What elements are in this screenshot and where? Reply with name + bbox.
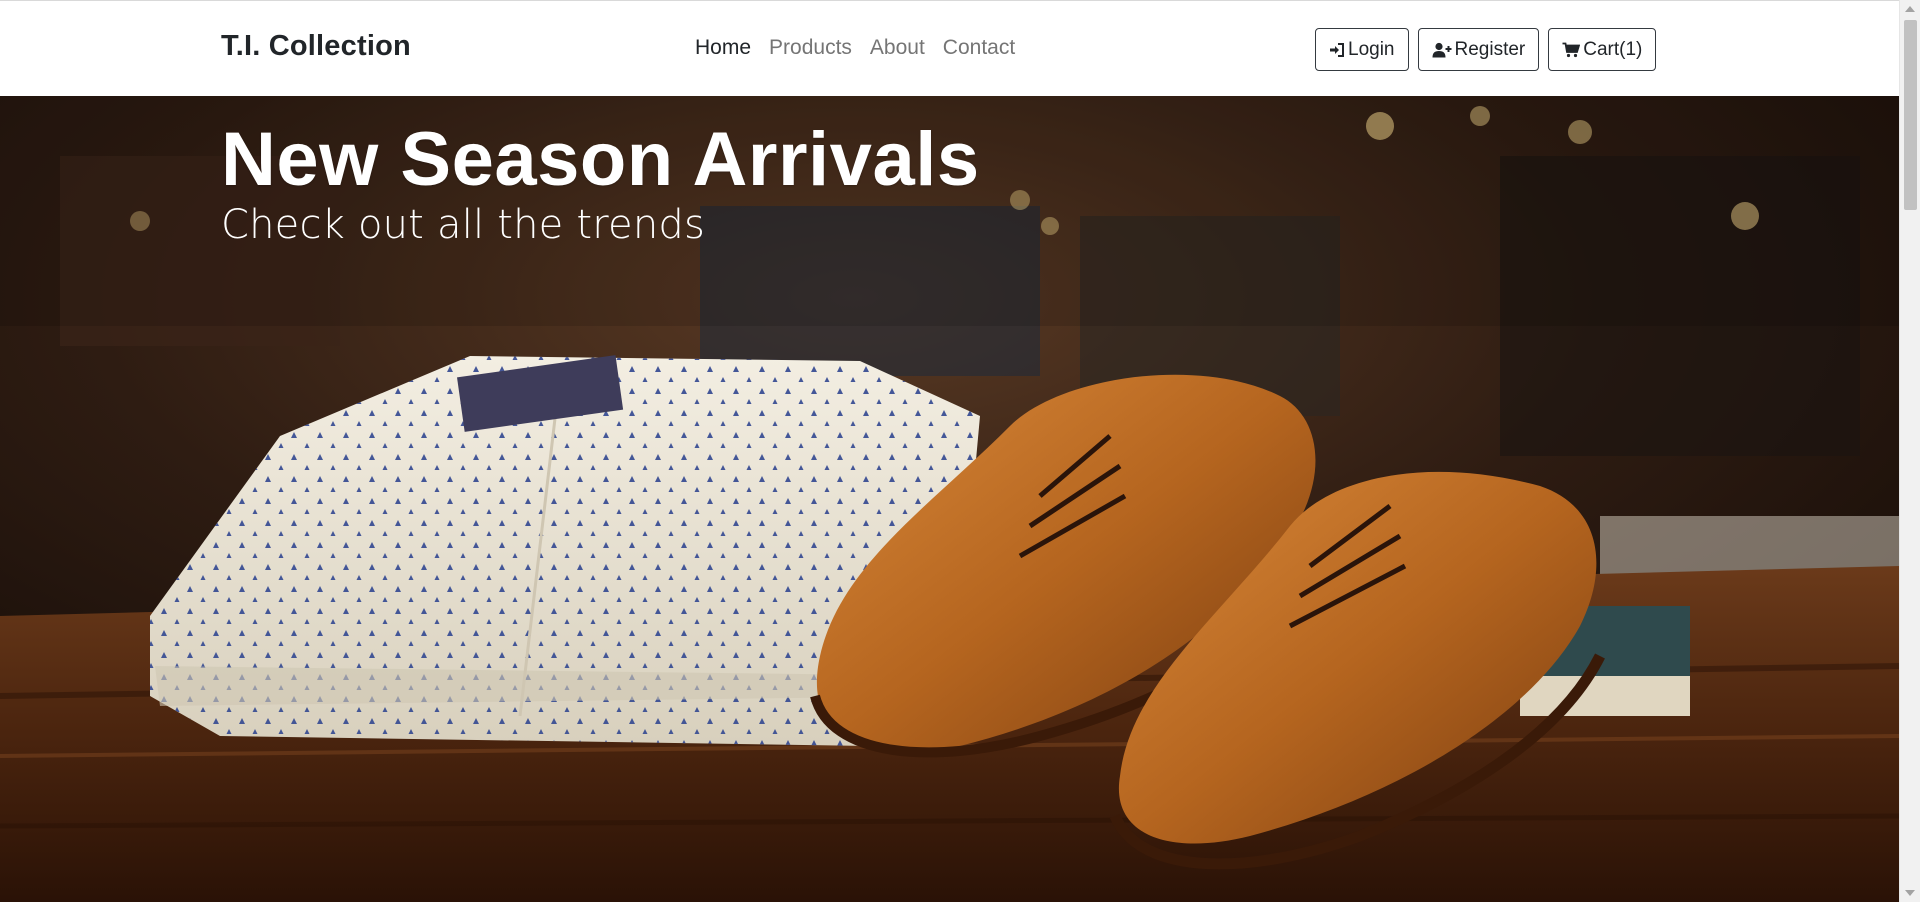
cart-icon	[1562, 42, 1581, 58]
login-label: Login	[1348, 38, 1395, 60]
register-button[interactable]: Register	[1417, 28, 1540, 71]
hero-banner: New Season Arrivals Check out all the tr…	[0, 96, 1899, 902]
login-button[interactable]: Login	[1315, 28, 1409, 71]
sign-in-icon	[1329, 42, 1345, 58]
page: T.I. Collection Home Products About Cont…	[0, 0, 1920, 902]
cart-label: Cart(1)	[1583, 38, 1643, 60]
nav-links: Home Products About Contact	[695, 36, 1015, 60]
navbar: T.I. Collection Home Products About Cont…	[0, 0, 1899, 96]
scroll-down-arrow-icon[interactable]	[1905, 890, 1915, 896]
nav-link-about[interactable]: About	[870, 36, 925, 60]
nav-link-products[interactable]: Products	[769, 36, 852, 60]
page-scrollbar[interactable]	[1899, 0, 1920, 902]
brand-logo[interactable]: T.I. Collection	[221, 30, 411, 63]
hero-title: New Season Arrivals	[221, 117, 980, 202]
user-plus-icon	[1432, 42, 1452, 58]
hero-text: New Season Arrivals Check out all the tr…	[221, 116, 980, 247]
nav-buttons: Login Register Cart(1)	[1315, 28, 1657, 71]
register-label: Register	[1454, 38, 1526, 60]
scroll-up-arrow-icon[interactable]	[1905, 6, 1915, 12]
nav-link-contact[interactable]: Contact	[943, 36, 1015, 60]
hero-subtitle: Check out all the trends	[221, 202, 706, 249]
nav-link-home[interactable]: Home	[695, 36, 751, 60]
scrollbar-thumb[interactable]	[1904, 20, 1917, 210]
cart-button[interactable]: Cart(1)	[1548, 28, 1657, 71]
